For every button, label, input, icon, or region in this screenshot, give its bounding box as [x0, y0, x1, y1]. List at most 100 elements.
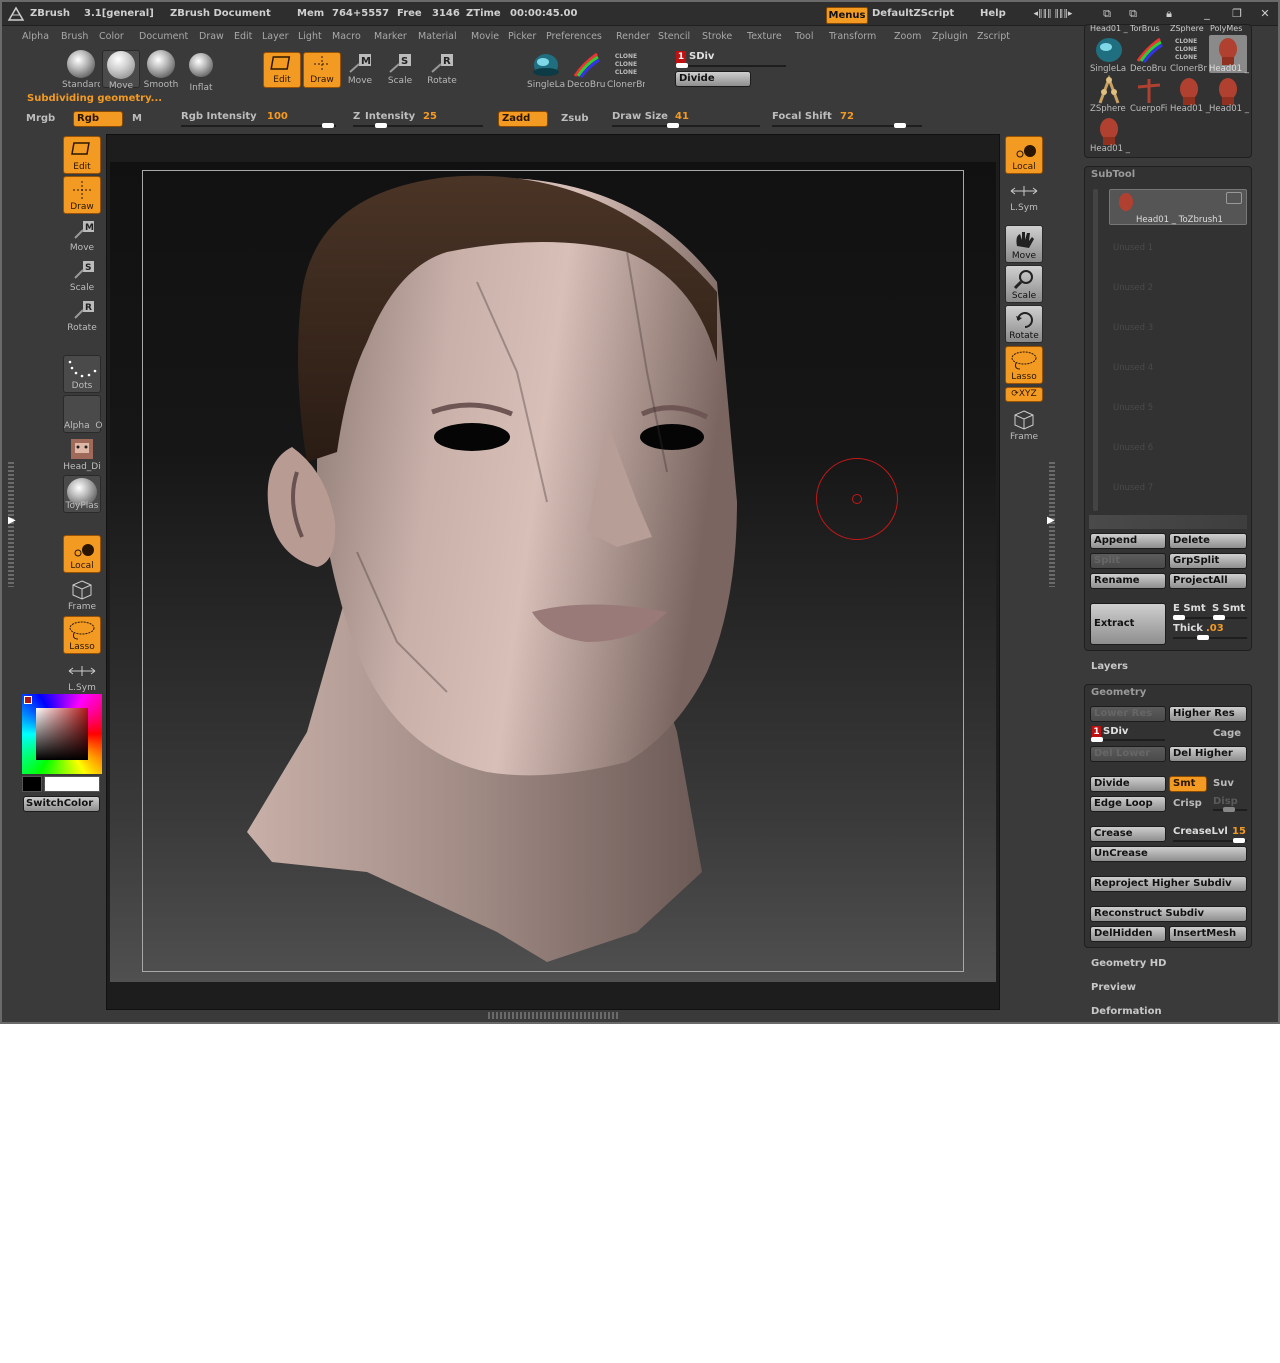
disp-slider[interactable]	[1213, 807, 1247, 812]
subtool-unused-2[interactable]: Unused 2	[1113, 282, 1153, 294]
menu-alpha[interactable]: Alpha	[22, 31, 49, 43]
insertmesh-button[interactable]: InsertMesh	[1169, 926, 1247, 942]
tool-thumb-clonerbrush[interactable]: CLONE CLONE CLONE ClonerBr	[1170, 35, 1208, 74]
delete-button[interactable]: Delete	[1169, 533, 1247, 549]
tool-singlelayer[interactable]: SingleLa	[527, 50, 565, 90]
subtool-unused-6[interactable]: Unused 6	[1113, 442, 1153, 454]
alpha-button[interactable]: Alpha O	[63, 395, 102, 433]
menu-material[interactable]: Material	[418, 31, 457, 43]
menu-picker[interactable]: Picker	[508, 31, 536, 43]
menus-button[interactable]: Menus	[826, 7, 868, 24]
menu-macro[interactable]: Macro	[332, 31, 361, 43]
right-lasso-button[interactable]: Lasso	[1005, 346, 1043, 384]
tool-thumb-singlelayer[interactable]: SingleLa	[1090, 35, 1128, 74]
secondary-color-swatch[interactable]	[22, 776, 42, 792]
menu-document[interactable]: Document	[139, 31, 188, 43]
delhidden-button[interactable]: DelHidden	[1090, 926, 1166, 942]
menu-marker[interactable]: Marker	[374, 31, 407, 43]
tool-thumb-decobrush[interactable]: DecoBru	[1130, 35, 1168, 74]
menu-draw[interactable]: Draw	[199, 31, 224, 43]
del-higher-button[interactable]: Del Higher	[1169, 746, 1247, 762]
mrgb-toggle[interactable]: Mrgb	[26, 113, 55, 125]
left-rotate-button[interactable]: R Rotate	[63, 296, 101, 334]
top-rotate-button[interactable]: R Rotate	[423, 52, 461, 86]
left-local-button[interactable]: Local	[63, 535, 101, 573]
right-move-button[interactable]: Move	[1005, 225, 1043, 263]
uncrease-button[interactable]: UnCrease	[1090, 846, 1247, 862]
subtool-unused-7[interactable]: Unused 7	[1113, 482, 1153, 494]
menu-preferences[interactable]: Preferences	[546, 31, 602, 43]
minimize-icon[interactable]: _	[1200, 8, 1214, 20]
smt-toggle[interactable]: Smt	[1169, 776, 1207, 792]
right-rotate-button[interactable]: Rotate	[1005, 305, 1043, 343]
switch-color-button[interactable]: SwitchColor	[23, 796, 100, 812]
top-scale-button[interactable]: S Scale	[381, 52, 419, 86]
top-move-button[interactable]: M Move	[341, 52, 379, 86]
del-lower-button[interactable]: Del Lower	[1090, 746, 1166, 762]
left-edit-button[interactable]: Edit	[63, 136, 101, 174]
creaselvl-slider[interactable]	[1173, 838, 1247, 843]
cage-toggle[interactable]: Cage	[1213, 728, 1241, 740]
menu-stencil[interactable]: Stencil	[658, 31, 690, 43]
geometry-sdiv-slider[interactable]	[1091, 737, 1165, 742]
xyz-symmetry-button[interactable]: ⟳XYZ	[1005, 387, 1043, 402]
geometry-hd-header[interactable]: Geometry HD	[1091, 958, 1166, 969]
menu-zscript[interactable]: Zscript	[977, 31, 1010, 43]
brush-inflat[interactable]: Inflat	[182, 50, 220, 93]
sdiv-slider[interactable]	[676, 63, 786, 68]
tool-thumb-head01-d[interactable]: Head01 _	[1090, 115, 1130, 154]
left-lsym-button[interactable]: L.Sym	[63, 656, 101, 694]
subtool-item-active[interactable]: Head01 _ ToZbrush1	[1109, 189, 1247, 225]
left-move-button[interactable]: M Move	[63, 216, 101, 254]
left-lasso-button[interactable]: Lasso	[63, 616, 101, 654]
draw-size-slider[interactable]	[612, 123, 760, 128]
suv-toggle[interactable]: Suv	[1213, 778, 1234, 790]
menu-brush[interactable]: Brush	[61, 31, 88, 43]
subtool-unused-1[interactable]: Unused 1	[1113, 242, 1153, 254]
z-intensity-slider[interactable]	[353, 123, 483, 128]
texture-button[interactable]: Head_Di	[63, 435, 101, 473]
zbrush-logo-icon[interactable]	[7, 6, 25, 22]
brush-move[interactable]: Move	[102, 50, 140, 91]
left-scale-button[interactable]: S Scale	[63, 256, 101, 294]
crisp-toggle[interactable]: Crisp	[1173, 798, 1202, 810]
left-tray-arrow-icon[interactable]: ▶	[8, 515, 16, 526]
grpsplit-button[interactable]: GrpSplit	[1169, 553, 1247, 569]
menu-stroke[interactable]: Stroke	[702, 31, 732, 43]
right-tray-arrow-icon[interactable]: ▶	[1047, 515, 1055, 526]
top-edit-button[interactable]: Edit	[263, 52, 301, 88]
divide-button[interactable]: Divide	[1090, 776, 1166, 792]
e-smt-toggle[interactable]: E Smt	[1173, 603, 1206, 615]
right-local-button[interactable]: Local	[1005, 136, 1043, 174]
color-picker-square[interactable]	[36, 708, 88, 760]
reproject-higher-subdiv-button[interactable]: Reproject Higher Subdiv	[1090, 876, 1247, 892]
menu-zoom[interactable]: Zoom	[894, 31, 921, 43]
left-draw-button[interactable]: Draw	[63, 176, 101, 214]
head-model[interactable]	[247, 172, 747, 967]
tool-thumb-cuerpo[interactable]: CuerpoFi	[1130, 75, 1168, 114]
preview-header[interactable]: Preview	[1091, 982, 1136, 993]
bottom-tray-handle[interactable]	[488, 1012, 618, 1019]
top-divide-button[interactable]: Divide	[675, 71, 751, 87]
default-zscript[interactable]: DefaultZScript	[872, 8, 954, 20]
lock-icon[interactable]: 🔒︎	[1162, 8, 1176, 20]
subtool-header[interactable]: SubTool	[1091, 169, 1135, 180]
right-scale-button[interactable]: Scale	[1005, 265, 1043, 303]
tool-decobrush[interactable]: DecoBru	[567, 50, 605, 90]
right-lsym-button[interactable]: L.Sym	[1005, 176, 1043, 214]
subtool-arrows-row[interactable]	[1089, 515, 1247, 529]
tool-thumb-head01-active[interactable]: Head01 _	[1209, 35, 1249, 74]
rgb-intensity-slider[interactable]	[181, 123, 336, 128]
focal-shift-slider[interactable]	[772, 123, 922, 128]
tool-clonerbrush[interactable]: CLONE CLONE CLONE ClonerBr	[607, 50, 645, 90]
brush-standard[interactable]: Standard	[62, 50, 100, 90]
reconstruct-subdiv-button[interactable]: Reconstruct Subdiv	[1090, 906, 1247, 922]
tool-thumb-head01-c[interactable]: Head01 _	[1209, 75, 1249, 114]
zsub-toggle[interactable]: Zsub	[561, 113, 588, 125]
tray-toggle-icon[interactable]: ⧉	[1098, 8, 1116, 20]
m-toggle[interactable]: M	[132, 113, 142, 125]
append-button[interactable]: Append	[1090, 533, 1166, 549]
ui-layout-arrows-icon[interactable]: ◂‖‖‖ ‖‖‖▸	[1030, 8, 1076, 20]
crease-button[interactable]: Crease	[1090, 826, 1166, 842]
rgb-toggle[interactable]: Rgb	[73, 111, 123, 127]
